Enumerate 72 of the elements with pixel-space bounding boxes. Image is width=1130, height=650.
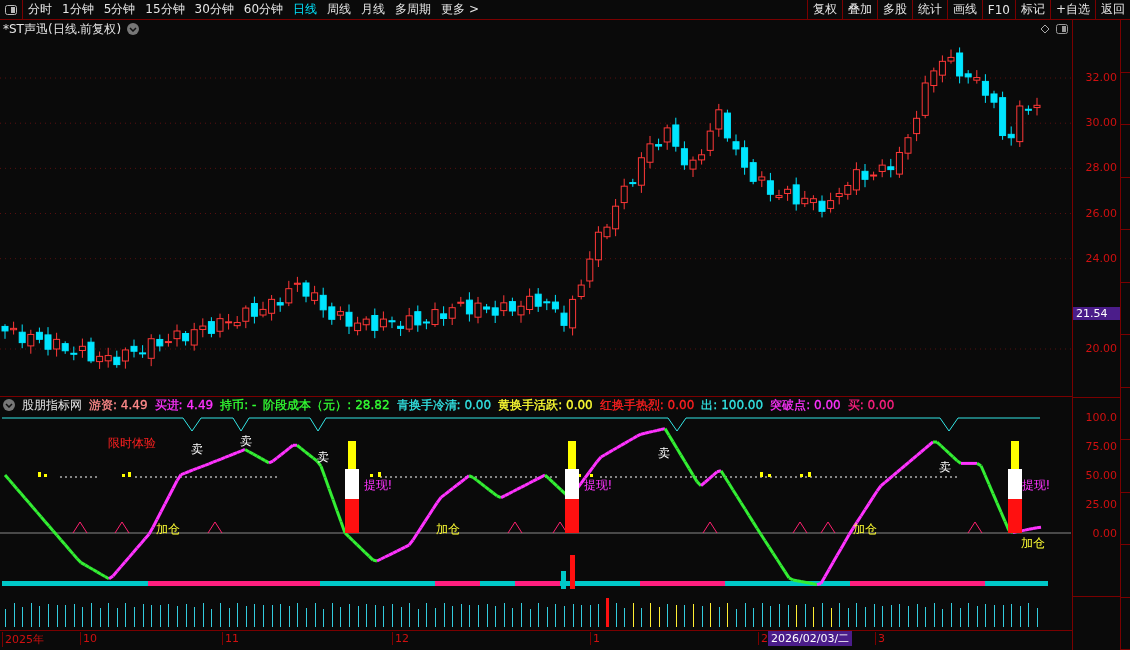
date-label: 10: [80, 632, 97, 646]
legend-item: 出: 100.00: [701, 396, 764, 414]
cursor-date: 2026/02/03/二: [768, 631, 853, 647]
add-position-label: 加仓: [156, 522, 180, 537]
date-label: 11: [222, 632, 239, 646]
sell-signal-label: 卖: [939, 460, 951, 475]
date-label: 1: [590, 632, 600, 646]
period-tab[interactable]: 15分钟: [140, 0, 190, 19]
toolbar-button[interactable]: 统计: [911, 0, 947, 19]
period-tab[interactable]: 更多 >: [436, 0, 484, 19]
sell-signal-label: 卖: [240, 434, 252, 449]
date-label: 2025年: [2, 632, 44, 648]
last-price-tag: 21.54: [1073, 307, 1120, 321]
price-tick-label: 24.00: [1085, 251, 1117, 265]
cash-out-label: 提现!: [583, 478, 613, 493]
price-tick-label: 28.00: [1085, 161, 1117, 175]
legend-item: 游资: 4.49: [89, 396, 148, 414]
period-tab[interactable]: 周线: [322, 0, 357, 19]
chevron-down-icon: [5, 402, 13, 408]
sell-signal-label: 卖: [317, 450, 329, 465]
layout-icon[interactable]: [1056, 24, 1068, 34]
date-label: 3: [875, 632, 885, 646]
toolbar-button[interactable]: F10: [981, 0, 1015, 19]
price-tick-label: 26.00: [1085, 206, 1117, 220]
period-tab[interactable]: 日线: [288, 0, 323, 19]
period-tab[interactable]: 1分钟: [57, 0, 99, 19]
indicator-tick-label: 75.00: [1085, 440, 1117, 453]
legend-item: 青换手冷清: 0.00: [396, 396, 492, 414]
legend-item: 阶段成本（元）: 28.82: [263, 396, 390, 414]
sell-signal-label: 卖: [191, 442, 203, 457]
toolbar-button[interactable]: 返回: [1095, 0, 1130, 19]
period-tab[interactable]: 月线: [356, 0, 391, 19]
toolbar-button[interactable]: 叠加: [841, 0, 877, 19]
legend-item: 买: 0.00: [847, 396, 895, 414]
chevron-down-icon: [129, 26, 138, 32]
volume-spike: [561, 555, 575, 590]
layout-icon[interactable]: [5, 4, 17, 15]
add-position-label: 加仓: [853, 522, 877, 537]
price-tick-label: 32.00: [1085, 71, 1117, 85]
trial-label: 限时体验: [108, 436, 156, 451]
stock-title: *ST声迅(日线.前复权): [3, 20, 122, 38]
price-tick-label: 30.00: [1085, 116, 1117, 130]
period-tab[interactable]: 5分钟: [98, 0, 141, 19]
period-tab[interactable]: 60分钟: [238, 0, 289, 19]
legend-item: 红换手热烈: 0.00: [599, 396, 695, 414]
dropdown-button[interactable]: [127, 23, 140, 35]
legend-item: 持币: -: [220, 396, 257, 414]
toolbar-button[interactable]: 标记: [1014, 0, 1050, 19]
sell-signal-label: 卖: [658, 446, 670, 461]
indicator-tick-label: 0.00: [1092, 527, 1117, 540]
period-tab[interactable]: 分时: [23, 0, 57, 19]
date-label: 12: [392, 632, 409, 646]
toolbar-button[interactable]: +自选: [1049, 0, 1095, 19]
period-tab[interactable]: 多周期: [390, 0, 437, 19]
legend-item: 买进: 4.49: [154, 396, 214, 414]
cash-out-label: 提现!: [363, 478, 393, 493]
toolbar-button[interactable]: 复权: [806, 0, 842, 19]
add-position-label: 加仓: [436, 522, 460, 537]
indicator-name: 股朋指标网: [22, 396, 82, 414]
indicator-tick-label: 50.00: [1085, 469, 1117, 482]
legend-item: 突破点: 0.00: [770, 396, 841, 414]
indicator-tick-label: 25.00: [1085, 498, 1117, 511]
price-tick-label: 20.00: [1085, 342, 1117, 355]
period-tab[interactable]: 30分钟: [189, 0, 239, 19]
diamond-icon[interactable]: [1040, 24, 1050, 34]
add-position-label: 加仓: [1021, 536, 1045, 551]
cash-out-label: 提现!: [1021, 478, 1051, 493]
toolbar-button[interactable]: 多股: [876, 0, 912, 19]
dropdown-button[interactable]: [3, 399, 15, 412]
indicator-tick-label: 100.0: [1085, 411, 1117, 424]
legend-item: 黄换手活跃: 0.00: [498, 396, 593, 414]
toolbar-button[interactable]: 画线: [946, 0, 982, 19]
